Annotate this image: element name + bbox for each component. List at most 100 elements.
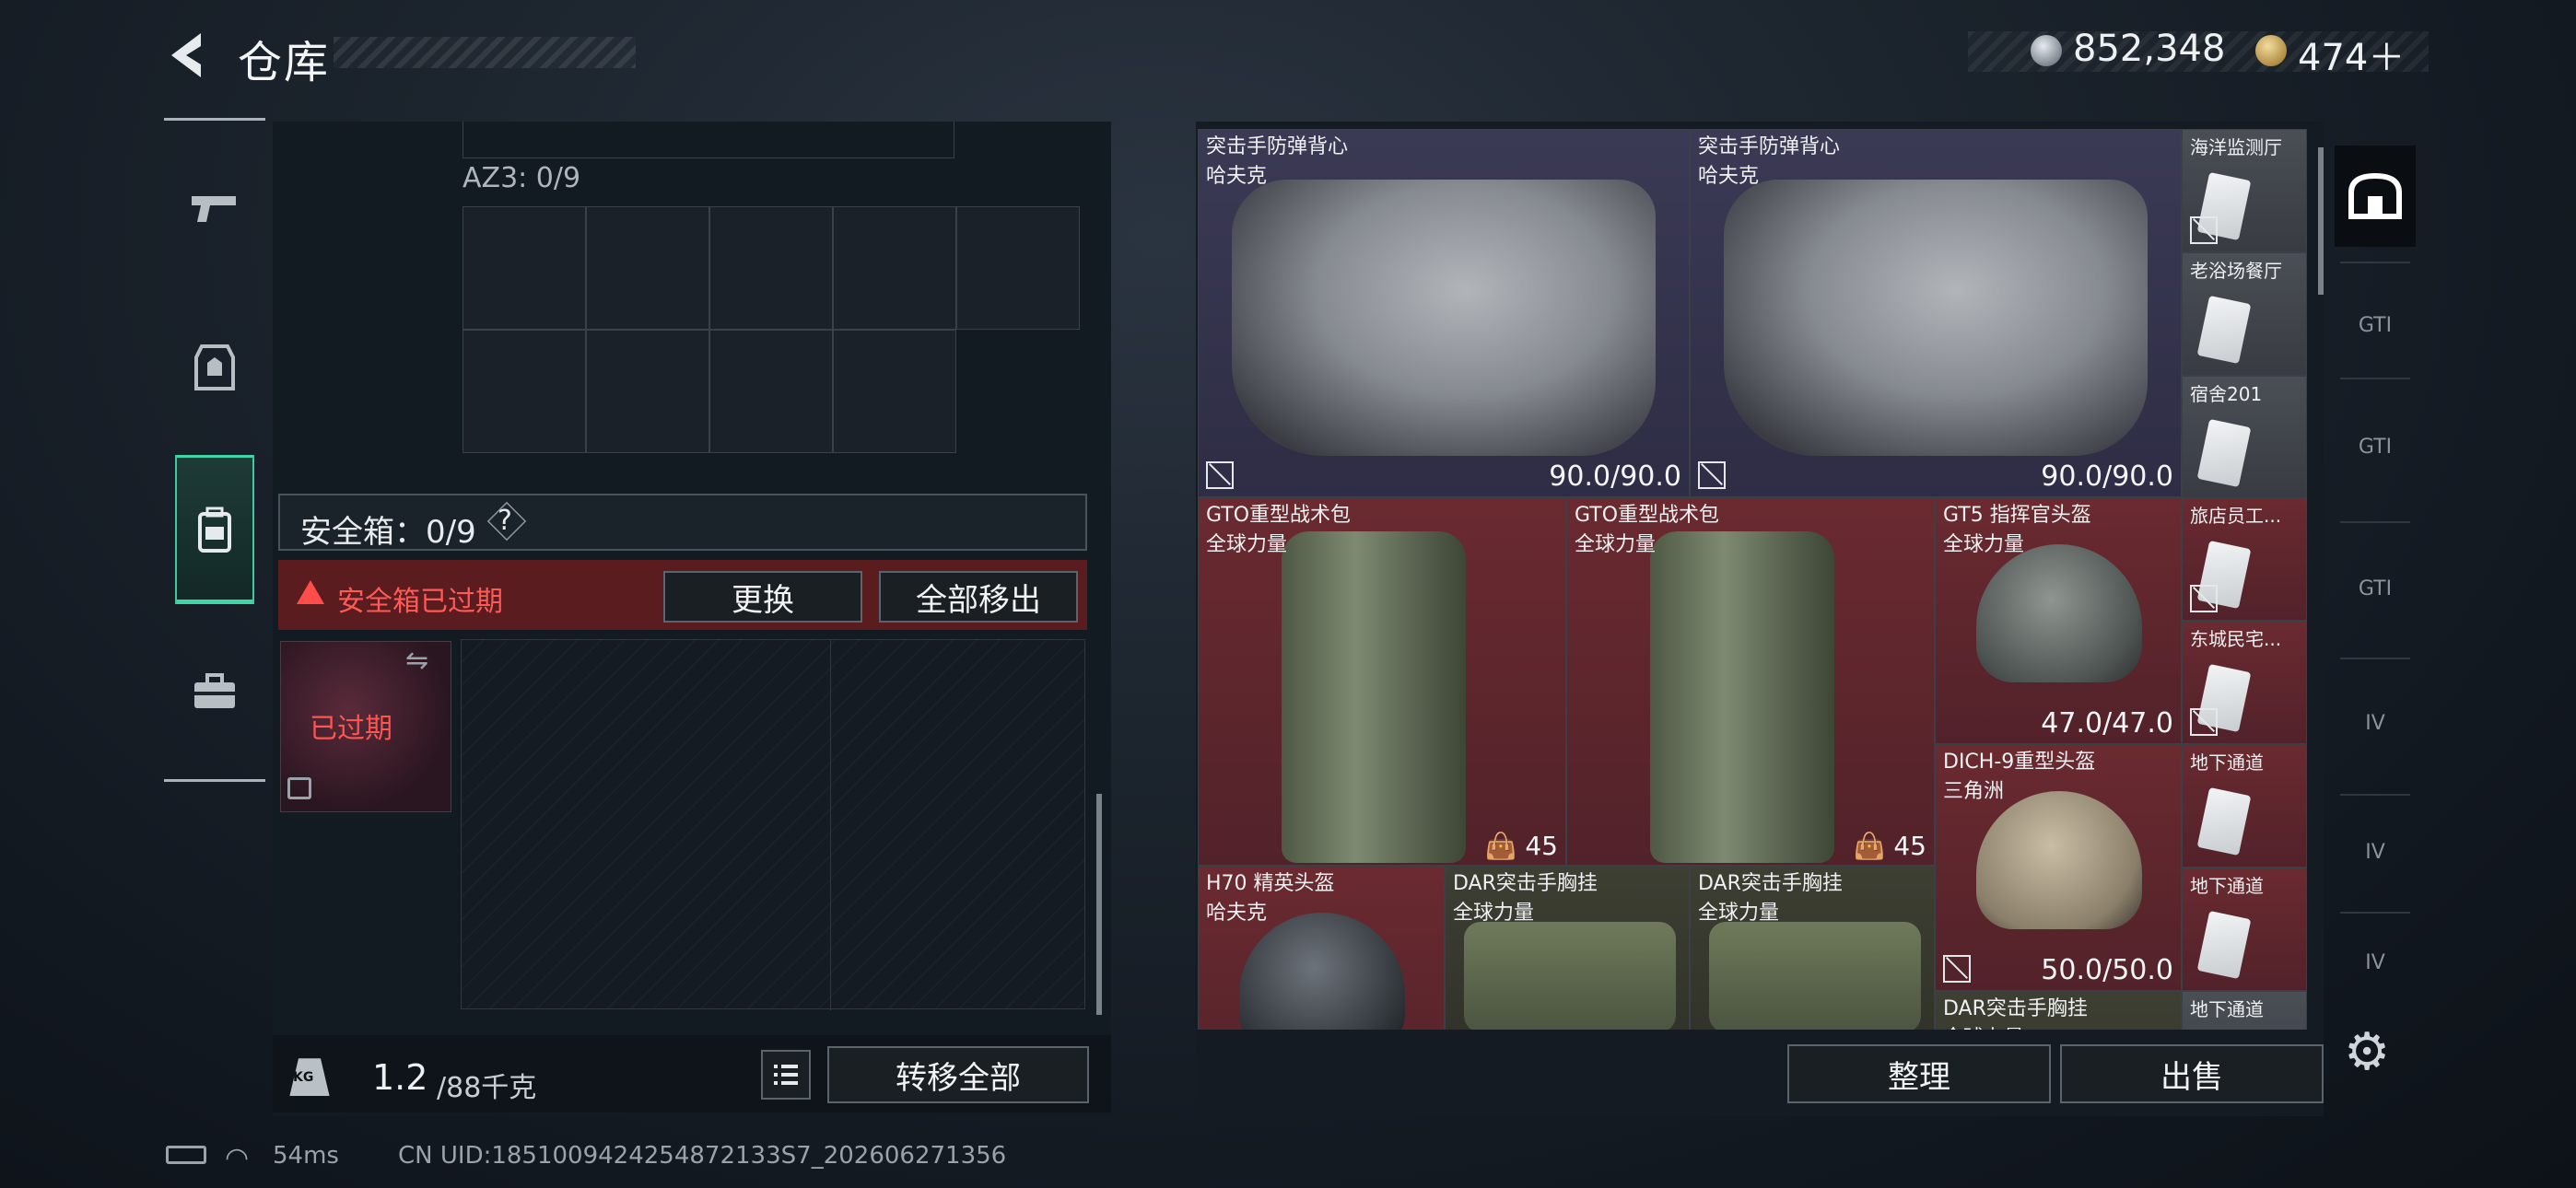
vest-image: [1724, 180, 2148, 456]
stash-item-chest-rig[interactable]: DAR突击手胸挂 全球力量: [1445, 866, 1690, 1030]
grid-cell[interactable]: [463, 206, 586, 330]
stash-grid[interactable]: 突击手防弹背心 哈夫克 90.0/90.0 突击手防弹背心 哈夫克 90.0/9…: [1198, 129, 2307, 1030]
az3-grid[interactable]: [463, 206, 1080, 455]
filter-gti-3[interactable]: GTI: [2335, 538, 2416, 639]
grid-cell[interactable]: [833, 206, 956, 330]
item-name: 旅店员工...: [2190, 505, 2282, 527]
sell-button[interactable]: 出售: [2060, 1044, 2324, 1103]
backpack-icon: [198, 507, 231, 553]
item-durability: 47.0/47.0: [2041, 707, 2173, 740]
filter-gti-1[interactable]: GTI: [2335, 274, 2416, 376]
stash-item-key[interactable]: 东城民宅...: [2182, 621, 2307, 744]
unbound-icon: [2190, 216, 2218, 244]
warning-icon: [297, 580, 324, 604]
item-name: 老浴场餐厅: [2190, 260, 2282, 282]
container-grid-top: [463, 122, 954, 158]
helmet-image: [1976, 544, 2142, 682]
stash-item-vest[interactable]: 突击手防弹背心 哈夫克 90.0/90.0: [1690, 129, 2182, 497]
stash-scrollbar[interactable]: [2318, 147, 2324, 295]
item-maker: 哈夫克: [1206, 902, 1268, 925]
gold-coin-icon: [2255, 35, 2287, 66]
key-image: [2196, 910, 2252, 980]
filter-iv-3[interactable]: IV: [2335, 921, 2416, 1004]
stash-item-key[interactable]: 旅店员工...: [2182, 497, 2307, 621]
silver-coin-icon: [2031, 35, 2062, 66]
stash-item-key[interactable]: 地下通道: [2182, 744, 2307, 868]
az3-label: AZ3: 0/9: [463, 162, 581, 194]
grid-cell[interactable]: [956, 206, 1080, 330]
stash-item-chest-rig[interactable]: DAR突击手胸挂 全球力量: [1935, 991, 2182, 1030]
unbound-icon: [1698, 461, 1726, 489]
grid-divider: [830, 640, 831, 1010]
stash-item-key[interactable]: 地下通道: [2182, 991, 2307, 1030]
filter-separator: [2340, 262, 2410, 263]
category-backpack[interactable]: [175, 455, 254, 604]
stash-item-key[interactable]: 老浴场餐厅: [2182, 252, 2307, 376]
grid-cell[interactable]: [463, 330, 586, 453]
filter-separator: [2340, 794, 2410, 796]
stash-item-helmet[interactable]: GT5 指挥官头盔 全球力量 47.0/47.0: [1935, 497, 2182, 744]
item-name: DAR突击手胸挂: [1453, 872, 1598, 895]
transfer-all-button[interactable]: 转移全部: [827, 1046, 1089, 1103]
stash-item-backpack[interactable]: GTO重型战术包 全球力量 👜 45: [1198, 497, 1566, 866]
silver-coin-value: 852,348: [2073, 28, 2226, 70]
category-weapon[interactable]: [175, 158, 254, 260]
key-image: [2196, 786, 2252, 856]
stash-item-key[interactable]: 地下通道: [2182, 868, 2307, 991]
settings-gear-icon[interactable]: ⚙: [2344, 1022, 2390, 1082]
filter-iv-1[interactable]: IV: [2335, 672, 2416, 774]
item-name: DAR突击手胸挂: [1698, 872, 1843, 895]
stash-item-chest-rig[interactable]: DAR突击手胸挂 全球力量: [1690, 866, 1935, 1030]
grid-cell[interactable]: [709, 330, 833, 453]
battery-icon: [166, 1146, 206, 1164]
gold-coin-value[interactable]: 474＋: [2298, 28, 2405, 81]
grid-cell[interactable]: [833, 330, 956, 453]
grid-cell[interactable]: [586, 206, 709, 330]
item-maker: 全球力量: [1453, 902, 1535, 925]
stash-item-key[interactable]: 海洋监测厅: [2182, 129, 2307, 252]
stash-icon: [2348, 172, 2402, 219]
swap-icon: ⇋: [405, 645, 429, 677]
lock-icon: [287, 777, 311, 799]
list-view-button[interactable]: [761, 1050, 811, 1100]
pistol-icon: [192, 196, 236, 222]
item-maker: 全球力量: [1206, 533, 1288, 556]
nav-top-line: [164, 118, 265, 121]
item-name: 地下通道: [2190, 875, 2264, 897]
item-name: DAR突击手胸挂: [1943, 997, 2088, 1020]
filter-separator: [2340, 378, 2410, 379]
category-armor[interactable]: [175, 317, 254, 418]
filter-iv-2[interactable]: IV: [2335, 801, 2416, 903]
helmet-image: [1976, 791, 2142, 929]
category-supplies[interactable]: [175, 641, 254, 742]
replace-button[interactable]: 更换: [663, 571, 862, 623]
left-scrollbar[interactable]: [1096, 794, 1102, 1015]
item-maker: 全球力量: [1943, 1021, 2024, 1030]
item-name: 突击手防弹背心: [1206, 135, 1349, 158]
item-maker: 哈夫克: [1698, 165, 1760, 188]
stash-item-vest[interactable]: 突击手防弹背心 哈夫克 90.0/90.0: [1198, 129, 1690, 497]
filter-gti-2[interactable]: GTI: [2335, 396, 2416, 497]
item-durability: 50.0/50.0: [2041, 954, 2173, 986]
toolbox-icon: [194, 673, 235, 708]
item-name: GT5 指挥官头盔: [1943, 504, 2091, 527]
item-name: H70 精英头盔: [1206, 872, 1335, 895]
stash-item-backpack[interactable]: GTO重型战术包 全球力量 👜 45: [1566, 497, 1935, 866]
item-maker: 全球力量: [1698, 902, 1780, 925]
sort-button[interactable]: 整理: [1787, 1044, 2051, 1103]
weight-icon-label: KG: [293, 1070, 314, 1085]
stash-item-helmet[interactable]: H70 精英头盔 哈夫克: [1198, 866, 1445, 1030]
filter-all[interactable]: [2335, 146, 2416, 247]
grid-cell[interactable]: [709, 206, 833, 330]
stash-item-key[interactable]: 宿舍201: [2182, 376, 2307, 499]
unbound-icon: [2190, 708, 2218, 736]
move-all-out-button[interactable]: 全部移出: [879, 571, 1078, 623]
item-name: GTO重型战术包: [1206, 504, 1352, 527]
back-button[interactable]: [164, 28, 214, 83]
item-name: 宿舍201: [2190, 383, 2263, 405]
item-capacity: 👜 45: [1853, 831, 1926, 861]
stash-item-helmet[interactable]: DICH-9重型头盔 三角洲 50.0/50.0: [1935, 744, 2182, 991]
key-image: [2196, 295, 2252, 365]
item-durability: 90.0/90.0: [2041, 460, 2173, 493]
grid-cell[interactable]: [586, 330, 709, 453]
